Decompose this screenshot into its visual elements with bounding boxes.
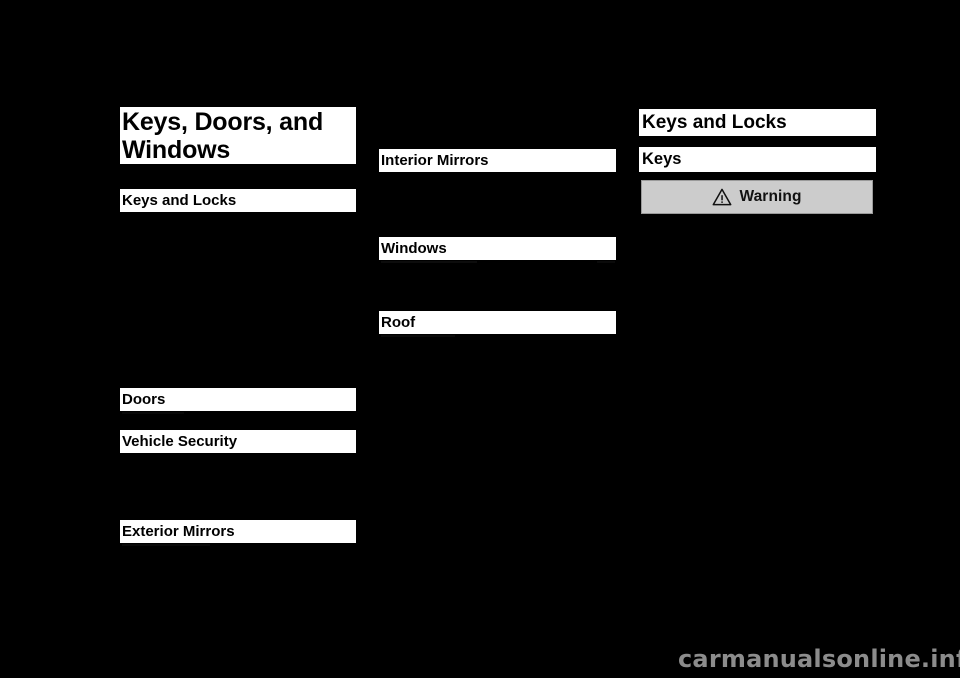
manual-page: Keys, Doors, and Windows Keys and Locks … — [0, 0, 960, 678]
section-heading-roof[interactable]: Roof — [379, 311, 616, 334]
section-heading-label: Vehicle Security — [122, 433, 238, 450]
section-heading-exterior-mirrors[interactable]: Exterior Mirrors — [120, 520, 356, 543]
chapter-title-line-1: Keys, Doors, and — [122, 108, 324, 136]
warning-label: Warning — [739, 188, 802, 205]
text-artifact — [122, 544, 210, 546]
chapter-title-line-2: Windows — [122, 136, 231, 164]
section-heading-vehicle-security[interactable]: Vehicle Security — [120, 430, 356, 453]
section-heading-keys-and-locks[interactable]: Keys and Locks — [120, 189, 356, 212]
chapter-title: Keys, Doors, and Windows — [120, 107, 356, 164]
section-heading-windows[interactable]: Windows — [379, 237, 616, 260]
section-heading-label: Windows — [381, 240, 447, 257]
section-heading-interior-mirrors[interactable]: Interior Mirrors — [379, 149, 616, 172]
text-artifact — [122, 412, 184, 414]
section-heading-label: Keys and Locks — [122, 192, 237, 209]
site-watermark: carmanualsonline.info — [678, 645, 960, 673]
text-artifact — [597, 261, 615, 263]
section-heading-label: Roof — [381, 314, 416, 331]
section-heading-label: Doors — [122, 391, 166, 408]
warning-callout: Warning — [641, 180, 873, 214]
text-artifact — [381, 335, 455, 337]
page-subheading-keys: Keys — [639, 147, 876, 172]
page-heading-keys-and-locks: Keys and Locks — [639, 109, 876, 136]
warning-triangle-icon — [712, 188, 732, 206]
section-heading-label: Interior Mirrors — [381, 152, 489, 169]
text-artifact — [381, 261, 477, 263]
page-heading-label: Keys and Locks — [642, 111, 787, 133]
page-subheading-label: Keys — [642, 150, 682, 168]
section-heading-doors[interactable]: Doors — [120, 388, 356, 411]
section-heading-label: Exterior Mirrors — [122, 523, 235, 540]
